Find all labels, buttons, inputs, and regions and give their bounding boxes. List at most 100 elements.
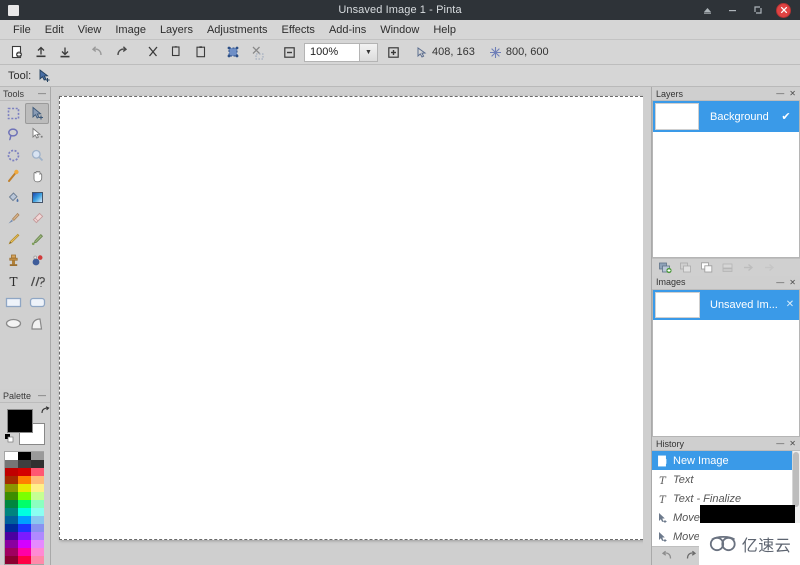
maximize-button[interactable] xyxy=(751,4,764,17)
pencil-tool[interactable] xyxy=(1,229,25,250)
swatch[interactable] xyxy=(18,500,31,508)
swatch[interactable] xyxy=(18,492,31,500)
close-button[interactable] xyxy=(776,2,791,18)
layers-list[interactable]: Background ✔ xyxy=(652,101,800,258)
clone-stamp-tool[interactable] xyxy=(1,250,25,271)
swatch[interactable] xyxy=(5,476,18,484)
eraser-tool[interactable] xyxy=(25,208,49,229)
line-curve-tool[interactable] xyxy=(25,271,49,292)
rectangle-select-tool[interactable] xyxy=(1,103,25,124)
gradient-tool[interactable] xyxy=(25,187,49,208)
swatch[interactable] xyxy=(31,524,44,532)
move-selection-tool[interactable] xyxy=(25,124,49,145)
layer-visibility-checkbox[interactable]: ✔ xyxy=(773,110,799,123)
layers-panel-minimize-button[interactable]: — xyxy=(776,89,784,98)
color-picker-tool[interactable] xyxy=(25,229,49,250)
menu-layers[interactable]: Layers xyxy=(153,22,200,38)
delete-layer-button[interactable] xyxy=(677,260,694,275)
cut-button[interactable] xyxy=(141,41,165,63)
swatch[interactable] xyxy=(18,476,31,484)
rounded-rectangle-tool[interactable] xyxy=(25,292,49,313)
freeform-shape-tool[interactable] xyxy=(25,313,49,334)
tools-panel-collapse-button[interactable]: — xyxy=(37,89,47,98)
list-item[interactable]: Unsaved Im... ✕ xyxy=(653,289,799,320)
move-layer-up-button[interactable] xyxy=(740,260,757,275)
images-panel-close-button[interactable]: ✕ xyxy=(789,278,796,287)
image-canvas[interactable] xyxy=(59,96,648,540)
merge-layer-down-button[interactable] xyxy=(719,260,736,275)
text-tool[interactable]: T xyxy=(1,271,25,292)
swatch[interactable] xyxy=(5,492,18,500)
open-image-button[interactable] xyxy=(29,41,53,63)
paste-button[interactable] xyxy=(189,41,213,63)
zoom-combobox[interactable]: 100% ▼ xyxy=(304,42,378,62)
swatch[interactable] xyxy=(5,460,18,468)
swatch[interactable] xyxy=(5,548,18,556)
move-selected-icon[interactable] xyxy=(37,68,52,83)
history-scrollbar-thumb[interactable] xyxy=(793,452,799,507)
swatch[interactable] xyxy=(5,532,18,540)
swatch[interactable] xyxy=(18,468,31,476)
lasso-select-tool[interactable] xyxy=(1,124,25,145)
move-layer-down-button[interactable] xyxy=(761,260,778,275)
ellipse-shape-tool[interactable] xyxy=(1,313,25,334)
swatch[interactable] xyxy=(5,540,18,548)
swatch[interactable] xyxy=(31,492,44,500)
zoom-out-button[interactable] xyxy=(277,41,301,63)
swatch[interactable] xyxy=(18,548,31,556)
swatch[interactable] xyxy=(5,508,18,516)
menu-effects[interactable]: Effects xyxy=(275,22,322,38)
swatch[interactable] xyxy=(18,452,31,460)
deselect-all-button[interactable] xyxy=(245,41,269,63)
canvas-vertical-scrollbar[interactable] xyxy=(643,87,651,557)
recolor-tool[interactable] xyxy=(25,250,49,271)
history-panel-close-button[interactable]: ✕ xyxy=(789,439,796,448)
move-selected-tool[interactable] xyxy=(25,103,49,124)
menu-edit[interactable]: Edit xyxy=(38,22,71,38)
images-list[interactable]: Unsaved Im... ✕ xyxy=(652,289,800,437)
paint-bucket-tool[interactable] xyxy=(1,187,25,208)
zoom-tool[interactable] xyxy=(25,145,49,166)
swatch[interactable] xyxy=(18,460,31,468)
palette-panel-collapse-button[interactable]: — xyxy=(37,391,47,400)
save-image-button[interactable] xyxy=(53,41,77,63)
swatch[interactable] xyxy=(18,532,31,540)
swatch[interactable] xyxy=(18,556,31,564)
zoom-level-input[interactable]: 100% xyxy=(304,42,359,62)
minimize-button[interactable] xyxy=(726,4,739,17)
undo-button[interactable] xyxy=(85,41,109,63)
menu-adjustments[interactable]: Adjustments xyxy=(200,22,275,38)
swatch[interactable] xyxy=(31,468,44,476)
swatch[interactable] xyxy=(31,476,44,484)
shade-button[interactable] xyxy=(701,4,714,17)
swatch[interactable] xyxy=(5,484,18,492)
new-image-button[interactable] xyxy=(5,41,29,63)
copy-button[interactable] xyxy=(165,41,189,63)
swatch[interactable] xyxy=(31,548,44,556)
list-item[interactable]: New Image xyxy=(652,451,800,470)
redo-button[interactable] xyxy=(109,41,133,63)
zoom-in-button[interactable] xyxy=(381,41,405,63)
swatch[interactable] xyxy=(31,460,44,468)
menu-file[interactable]: File xyxy=(6,22,38,38)
swatch[interactable] xyxy=(18,516,31,524)
swap-colors-icon[interactable] xyxy=(40,406,50,418)
crop-to-selection-button[interactable] xyxy=(221,41,245,63)
duplicate-layer-button[interactable] xyxy=(698,260,715,275)
rectangle-shape-tool[interactable] xyxy=(1,292,25,313)
menu-help[interactable]: Help xyxy=(426,22,463,38)
chevron-down-icon[interactable]: ▼ xyxy=(359,42,378,62)
menu-view[interactable]: View xyxy=(71,22,109,38)
swatch[interactable] xyxy=(5,556,18,564)
history-undo-button[interactable] xyxy=(660,549,674,564)
add-layer-button[interactable] xyxy=(656,260,673,275)
paintbrush-tool[interactable] xyxy=(1,208,25,229)
swatch[interactable] xyxy=(31,484,44,492)
table-row[interactable]: Background ✔ xyxy=(653,101,799,132)
layers-panel-close-button[interactable]: ✕ xyxy=(789,89,796,98)
swatch[interactable] xyxy=(31,500,44,508)
menu-image[interactable]: Image xyxy=(108,22,153,38)
pan-tool[interactable] xyxy=(25,166,49,187)
swatch[interactable] xyxy=(5,524,18,532)
history-panel-minimize-button[interactable]: — xyxy=(776,439,784,448)
